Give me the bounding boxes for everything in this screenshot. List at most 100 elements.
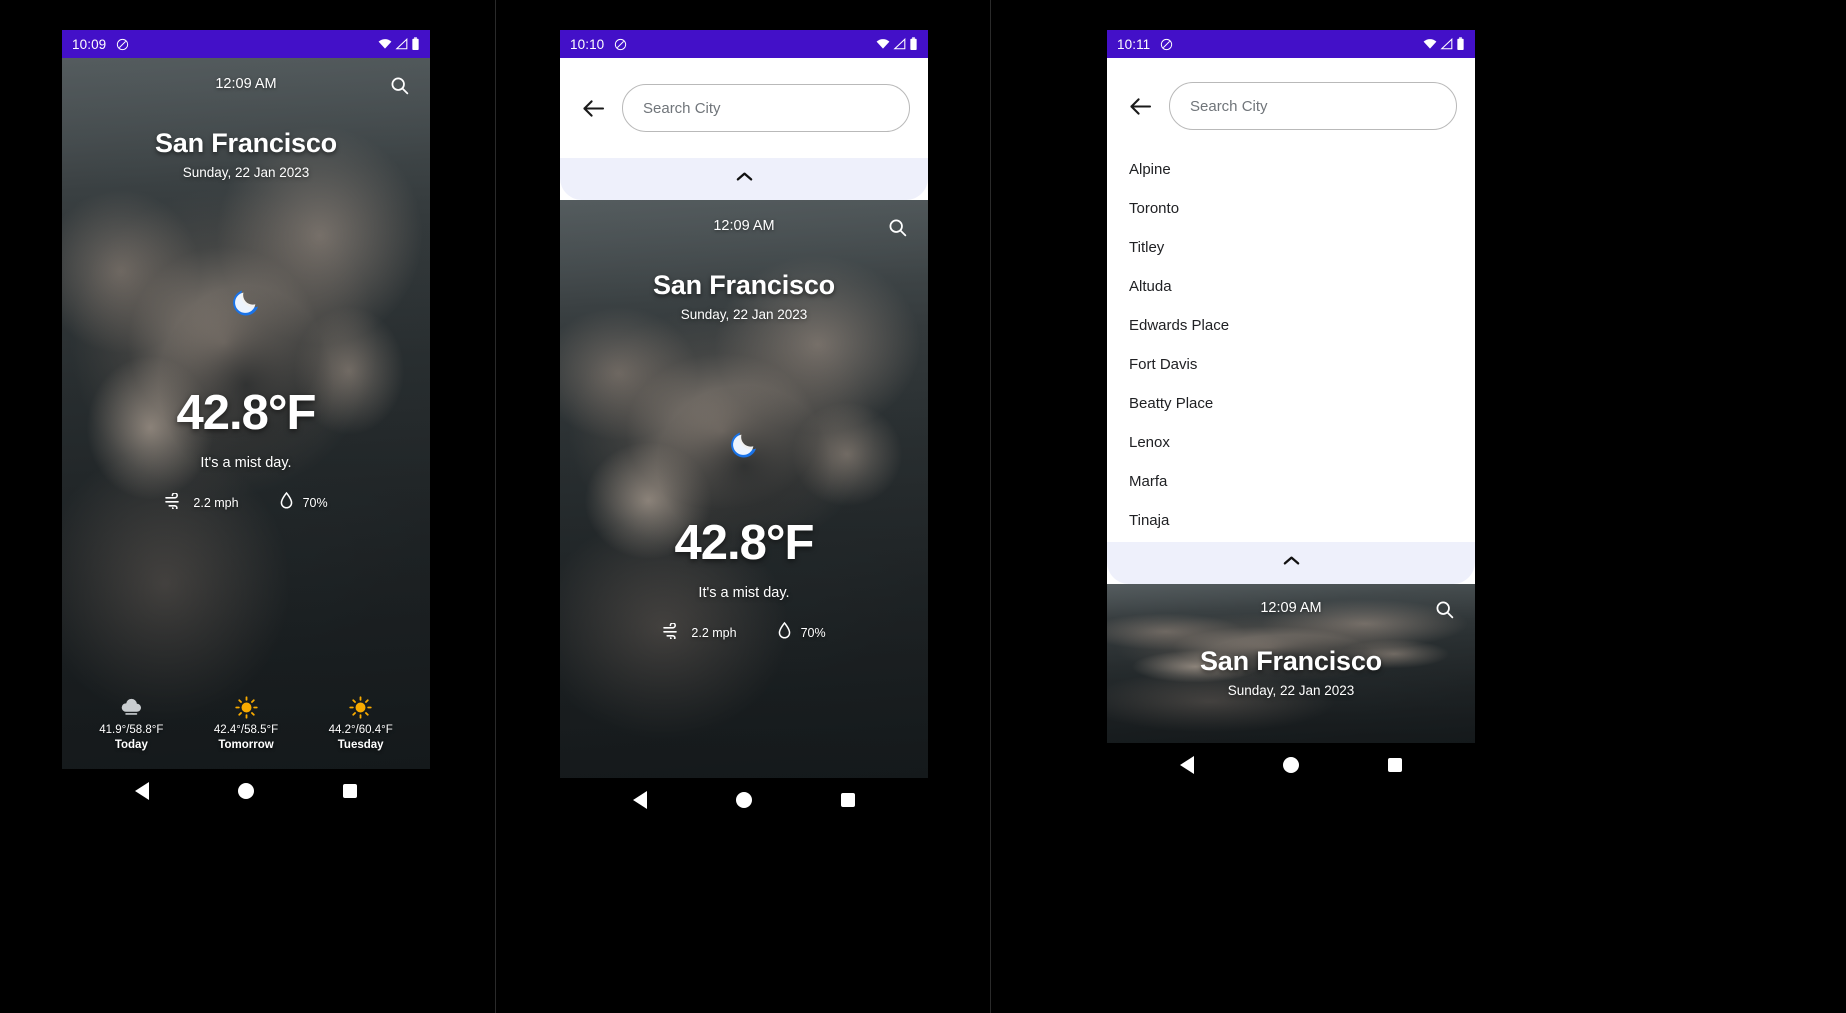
- temperature: 42.8°F: [176, 386, 317, 440]
- forecast-temps: 42.4°/58.5°F: [213, 724, 279, 736]
- search-sheet-3: Alpine Toronto Titley Altuda Edwards Pla…: [1107, 58, 1475, 584]
- nav-home-icon[interactable]: [1282, 757, 1299, 773]
- forecast-item[interactable]: 44.2°/60.4°F Tuesday: [303, 694, 418, 751]
- weather-header-1: 12:09 AM: [62, 58, 430, 98]
- do-not-disturb-icon: [613, 37, 628, 52]
- status-bar-2: 10:10: [560, 30, 928, 58]
- nav-recents-icon[interactable]: [841, 793, 856, 807]
- phone-2-search-open: 10:10 Search City 12:09 AM San Francisco…: [560, 30, 928, 985]
- humidity-value: 70%: [302, 496, 328, 510]
- search-icon[interactable]: [386, 72, 412, 98]
- city-list-item[interactable]: Lenox: [1107, 423, 1475, 462]
- search-icon[interactable]: [884, 214, 910, 240]
- do-not-disturb-icon: [1159, 37, 1174, 52]
- city-name: San Francisco: [653, 270, 835, 300]
- battery-icon: [411, 37, 420, 51]
- humidity-metric: 70%: [279, 491, 328, 515]
- wind-value: 2.2 mph: [691, 626, 737, 640]
- city-list-item[interactable]: Alpine: [1107, 150, 1475, 189]
- search-icon[interactable]: [1431, 596, 1457, 622]
- phone-3-city-list: 10:11 Alpine Toronto: [1107, 30, 1475, 985]
- current-date: Sunday, 22 Jan 2023: [1227, 683, 1355, 698]
- do-not-disturb-icon: [115, 37, 130, 52]
- city-list-item[interactable]: Marfa: [1107, 462, 1475, 501]
- search-input-wrapper[interactable]: [1169, 82, 1457, 130]
- signal-icon: [893, 38, 906, 50]
- local-time: 12:09 AM: [1260, 600, 1322, 616]
- current-date: Sunday, 22 Jan 2023: [680, 307, 808, 322]
- wind-icon: [164, 491, 184, 514]
- battery-icon: [1456, 37, 1465, 51]
- local-time: 12:09 AM: [215, 76, 277, 92]
- nav-bar-2: [560, 778, 928, 822]
- forecast-day: Tuesday: [337, 739, 384, 751]
- forecast-day: Today: [114, 739, 148, 751]
- city-list-item[interactable]: Altuda: [1107, 267, 1475, 306]
- status-bar-icons: [876, 37, 918, 51]
- search-input[interactable]: [1190, 97, 1436, 115]
- forecast-day: Tomorrow: [218, 739, 274, 751]
- back-arrow-icon[interactable]: [580, 95, 606, 121]
- search-sheet-2: [560, 58, 928, 200]
- weather-peek-3: 12:09 AM San Francisco Sunday, 22 Jan 20…: [1107, 584, 1475, 743]
- city-list-item[interactable]: Edwards Place: [1107, 306, 1475, 345]
- weather-header-2: 12:09 AM: [560, 200, 928, 240]
- nav-bar-1: [62, 769, 430, 813]
- current-date: Sunday, 22 Jan 2023: [182, 165, 310, 180]
- weather-metrics-2: 2.2 mph 70%: [560, 621, 928, 645]
- nav-home-icon[interactable]: [237, 783, 254, 799]
- sun-icon: [189, 694, 304, 720]
- forecast-item[interactable]: 42.4°/58.5°F Tomorrow: [189, 694, 304, 751]
- wind-metric: 2.2 mph: [662, 621, 737, 644]
- nav-back-icon[interactable]: [632, 791, 647, 809]
- phone-1-home: 10:09 12:09 AM San Francisco Sunday, 22 …: [62, 30, 430, 985]
- wifi-icon: [378, 38, 392, 50]
- signal-icon: [395, 38, 408, 50]
- city-list-item[interactable]: Tinaja: [1107, 501, 1475, 540]
- sun-icon: [303, 694, 418, 720]
- crescent-moon-icon: [62, 285, 430, 319]
- city-list-item[interactable]: Beatty Place: [1107, 384, 1475, 423]
- sheet-collapse-handle[interactable]: [560, 158, 928, 200]
- nav-back-icon[interactable]: [1179, 756, 1194, 774]
- forecast-item[interactable]: 41.9°/58.8°F Today: [74, 694, 189, 751]
- weather-screen-1: 12:09 AM San Francisco Sunday, 22 Jan 20…: [62, 58, 430, 769]
- forecast-row: 41.9°/58.8°F Today 42.4°/58.5°F Tomorrow…: [62, 694, 430, 769]
- weather-header-3: 12:09 AM: [1107, 584, 1475, 622]
- back-arrow-icon[interactable]: [1127, 93, 1153, 119]
- chevron-up-icon: [1282, 554, 1301, 572]
- wifi-icon: [1423, 38, 1437, 50]
- nav-home-icon[interactable]: [735, 792, 752, 808]
- screenshot-stage: 10:09 12:09 AM San Francisco Sunday, 22 …: [0, 0, 1846, 1013]
- city-list-item[interactable]: Titley: [1107, 228, 1475, 267]
- forecast-temps: 41.9°/58.8°F: [99, 724, 164, 736]
- nav-recents-icon[interactable]: [1388, 758, 1403, 772]
- wind-metric: 2.2 mph: [164, 491, 239, 514]
- nav-back-icon[interactable]: [134, 782, 149, 800]
- nav-recents-icon[interactable]: [343, 784, 358, 798]
- weather-description: It's a mist day.: [200, 455, 292, 471]
- water-drop-icon: [279, 491, 294, 515]
- battery-icon: [909, 37, 918, 51]
- status-bar-time: 10:10: [570, 36, 605, 52]
- wind-value: 2.2 mph: [193, 496, 239, 510]
- weather-metrics-1: 2.2 mph 70%: [62, 491, 430, 515]
- status-bar-3: 10:11: [1107, 30, 1475, 58]
- status-bar-1: 10:09: [62, 30, 430, 58]
- water-drop-icon: [777, 621, 792, 645]
- search-input[interactable]: [643, 99, 889, 117]
- panel-divider-1: [495, 0, 496, 1013]
- forecast-temps: 44.2°/60.4°F: [328, 724, 393, 736]
- search-row-3: [1107, 58, 1475, 146]
- sheet-collapse-handle[interactable]: [1107, 542, 1475, 584]
- crescent-moon-icon: [560, 427, 928, 461]
- search-input-wrapper[interactable]: [622, 84, 910, 132]
- city-list-item[interactable]: Toronto: [1107, 189, 1475, 228]
- signal-icon: [1440, 38, 1453, 50]
- city-results-list: Alpine Toronto Titley Altuda Edwards Pla…: [1107, 146, 1475, 542]
- humidity-value: 70%: [800, 626, 826, 640]
- humidity-metric: 70%: [777, 621, 826, 645]
- weather-description: It's a mist day.: [698, 585, 790, 601]
- city-list-item[interactable]: Fort Davis: [1107, 345, 1475, 384]
- chevron-up-icon: [735, 170, 754, 188]
